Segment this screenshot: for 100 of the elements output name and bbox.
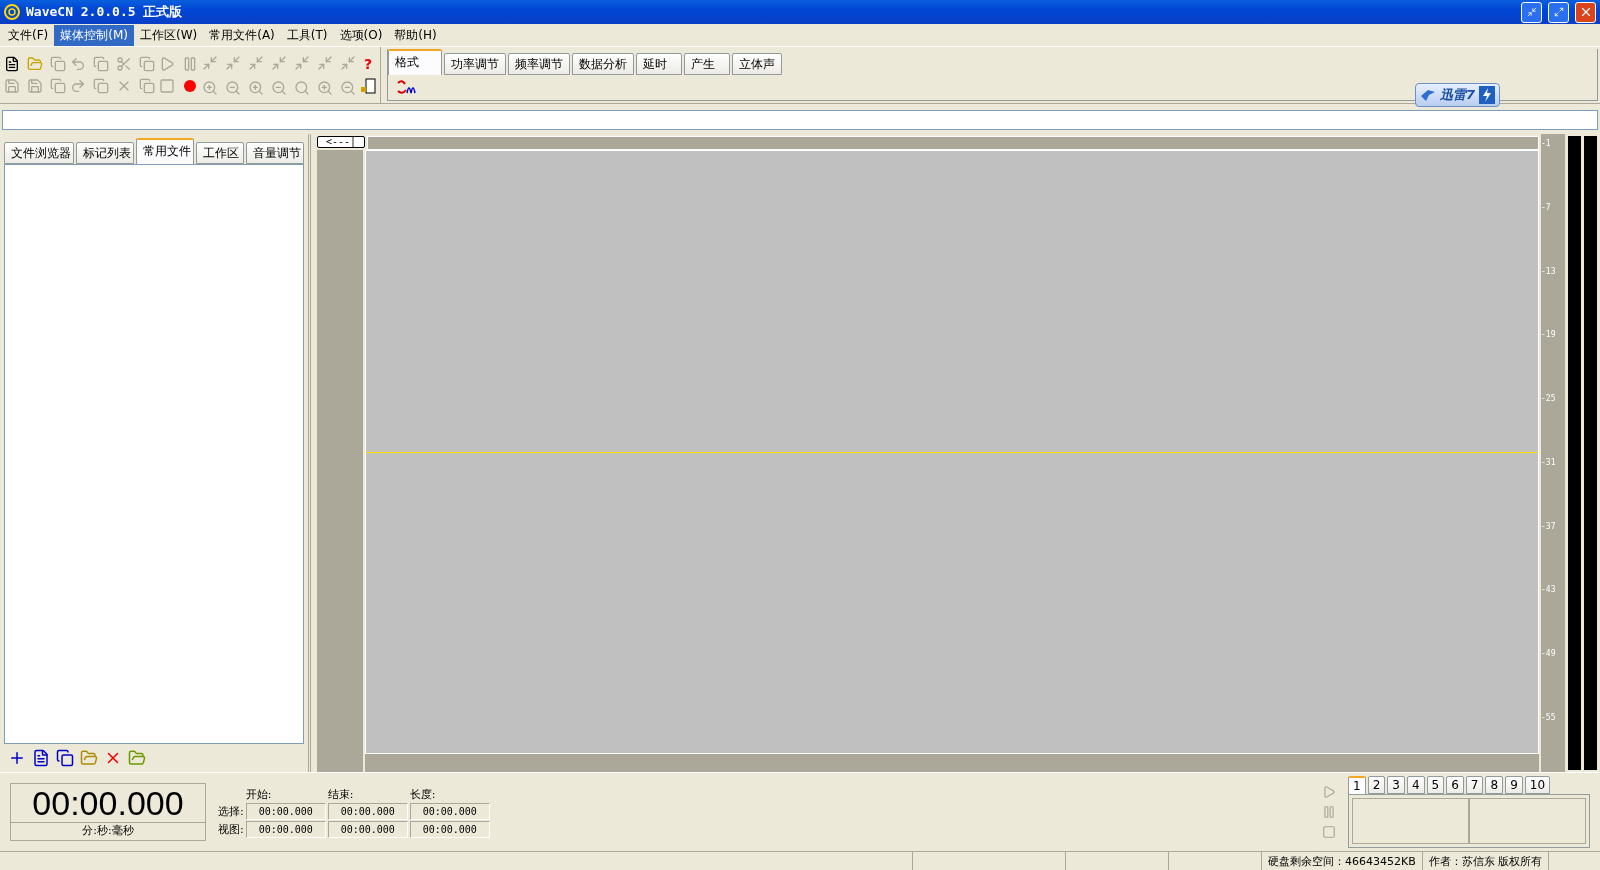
format-convert-icon[interactable] [396, 79, 416, 97]
column-heading: 长度: [409, 786, 437, 802]
time-cell: 00:00.000 [327, 820, 408, 838]
copy-icon[interactable] [50, 56, 66, 72]
time-cell: 00:00.000 [327, 802, 408, 820]
menu-item[interactable]: 媒体控制(M) [54, 24, 134, 46]
effect-tab[interactable]: 数据分析 [572, 53, 634, 75]
effect-tab[interactable]: 功率调节 [444, 53, 506, 75]
save-icon[interactable] [4, 78, 20, 94]
zoom-in-icon[interactable] [317, 79, 333, 96]
meter-scale-label: -55 [1541, 712, 1557, 722]
copy-icon[interactable] [139, 78, 155, 94]
menu-item[interactable]: 常用文件(A) [203, 24, 281, 46]
play-icon[interactable] [1322, 785, 1336, 799]
slot-tab[interactable]: 7 [1465, 776, 1484, 794]
restore-icon [1553, 7, 1564, 17]
stop-icon[interactable] [1322, 825, 1336, 839]
meter-scale-label: -1 [1541, 139, 1552, 148]
time-cell: 00:00.000 [245, 820, 326, 838]
slot-tab[interactable]: 2 [1367, 776, 1386, 794]
effect-tab[interactable]: 产生 [684, 53, 730, 75]
slot-tab[interactable]: 1 [1348, 776, 1366, 794]
meter-scale-label: -43 [1541, 585, 1557, 595]
slot-tab[interactable]: 6 [1446, 776, 1464, 794]
column-heading: 开始: [245, 786, 273, 802]
help-button[interactable]: ? [360, 56, 376, 72]
effect-tab[interactable]: 格式 [388, 49, 442, 75]
side-tab[interactable]: 文件浏览器 [4, 142, 74, 164]
badge-label: 迅雷7 [1440, 86, 1476, 104]
zoom-out-icon[interactable] [340, 79, 356, 96]
slot-tab[interactable]: 9 [1505, 776, 1523, 794]
minimize-button[interactable] [1521, 1, 1542, 23]
new-file-icon[interactable] [4, 56, 20, 72]
scroll-corner [317, 754, 363, 772]
time-cell: 00:00.000 [409, 802, 490, 820]
meter-scale-label: -37 [1541, 521, 1557, 531]
add-file-icon[interactable] [32, 749, 50, 767]
pause-icon[interactable] [1322, 805, 1336, 819]
menu-item[interactable]: 文件(F) [2, 24, 55, 46]
restore-button[interactable] [1548, 1, 1569, 23]
slot-tab[interactable]: 5 [1426, 776, 1445, 794]
copy-icon[interactable] [93, 78, 109, 94]
redo-icon[interactable] [70, 78, 86, 94]
copy-icon[interactable] [139, 56, 155, 72]
add-folder-icon[interactable] [80, 749, 98, 767]
lightning-icon [1479, 86, 1496, 104]
copy-icon[interactable] [93, 56, 109, 72]
disk-space-status: 硬盘剩余空间：46643452KB [1262, 852, 1423, 870]
side-tab[interactable]: 标记列表 [75, 142, 134, 164]
stop-icon[interactable] [159, 78, 175, 94]
download-badge[interactable]: 迅雷7 [1415, 83, 1501, 107]
pause-icon[interactable] [182, 56, 198, 72]
horizontal-scrollbar[interactable] [365, 754, 1539, 772]
menu-item[interactable]: 帮助(H) [388, 24, 443, 46]
collapse-button[interactable]: <---| [317, 136, 366, 148]
time-cell: 00:00.000 [245, 802, 326, 820]
record-icon[interactable] [182, 78, 198, 94]
window-title: WaveCN 2.0.0.5 正式版 [26, 3, 184, 21]
side-tab[interactable]: 音量调节 [245, 142, 304, 164]
menu-item[interactable]: 工具(T) [280, 24, 334, 46]
meter-scale-label: -25 [1541, 394, 1557, 404]
open-folder-icon[interactable] [27, 56, 43, 72]
slot-tab[interactable]: 4 [1406, 776, 1425, 794]
zoom-in-icon[interactable] [202, 79, 218, 96]
scissors-icon[interactable] [116, 56, 132, 72]
zoom-out-icon[interactable] [271, 79, 287, 96]
copy-file-icon[interactable] [56, 749, 74, 767]
add-icon[interactable] [8, 749, 26, 767]
close-button[interactable] [1575, 1, 1596, 23]
column-heading: 结束: [327, 786, 355, 802]
zoom-out-icon[interactable] [225, 79, 241, 96]
effect-tab[interactable]: 立体声 [732, 53, 782, 75]
time-unit: 分:秒:毫秒 [11, 822, 205, 838]
meter-scale-label: -13 [1541, 266, 1557, 276]
waveform-canvas[interactable] [365, 150, 1539, 754]
side-tab[interactable]: 工作区 [196, 142, 244, 164]
file-list[interactable] [4, 164, 304, 744]
slot-tab[interactable]: 3 [1387, 776, 1405, 794]
zoom-in-icon[interactable] [248, 79, 264, 96]
time-cell: 00:00.000 [409, 820, 490, 838]
effect-tab[interactable]: 频率调节 [508, 53, 570, 75]
time-value: 00:00.000 [32, 784, 184, 822]
meter-scale-label: -31 [1541, 457, 1557, 467]
app-logo-icon [4, 4, 20, 20]
play-icon[interactable] [159, 56, 175, 72]
slot-tab[interactable]: 8 [1485, 776, 1504, 794]
meter-scale-label: -49 [1541, 649, 1557, 659]
author-status: 作者：苏信东 版权所有 [1422, 852, 1550, 870]
meter-scale-label: -7 [1541, 202, 1552, 212]
side-tab[interactable]: 常用文件 [135, 138, 195, 164]
path-field[interactable] [2, 110, 1598, 130]
menu-item[interactable]: 工作区(W) [134, 24, 204, 46]
open-folder-icon[interactable] [128, 749, 146, 767]
effect-tab[interactable]: 延时 [636, 53, 682, 75]
save-icon[interactable] [27, 78, 43, 94]
slot-tab[interactable]: 10 [1524, 776, 1551, 794]
menu-item[interactable]: 选项(O) [333, 24, 389, 46]
search-icon[interactable] [294, 79, 310, 96]
copy-icon[interactable] [50, 78, 66, 94]
undo-icon[interactable] [70, 56, 86, 72]
